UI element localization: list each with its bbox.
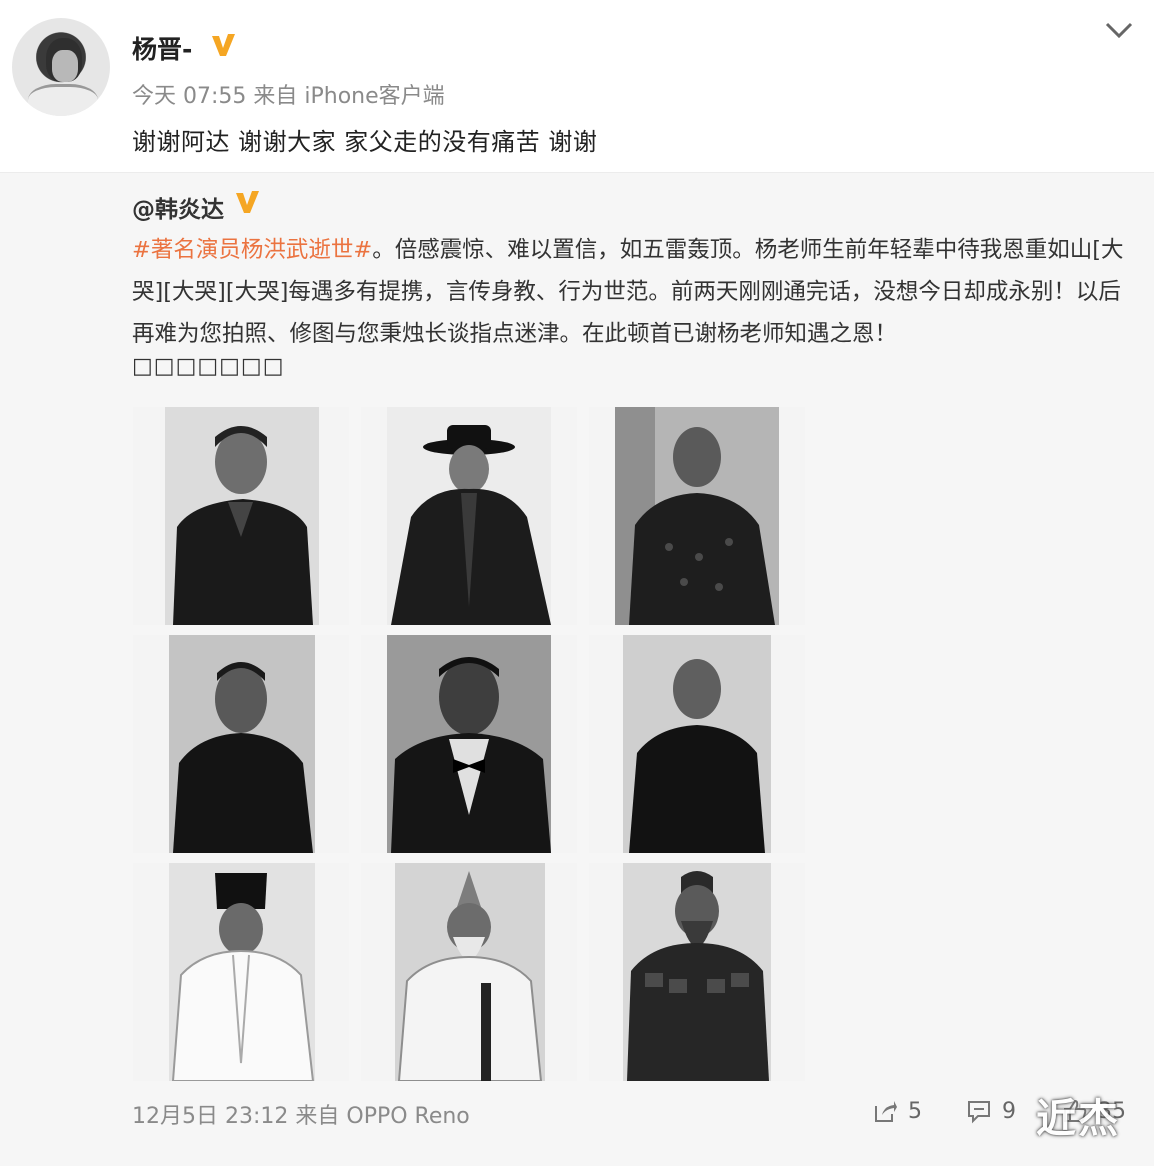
photo-thumbnail[interactable] [589, 407, 805, 625]
post-content: 谢谢阿达 谢谢大家 家父走的没有痛苦 谢谢 [132, 128, 598, 156]
repost-author[interactable]: @韩炎达 [132, 190, 224, 224]
portrait-image [387, 635, 551, 853]
portrait-image [615, 407, 779, 625]
photo-thumbnail[interactable] [361, 407, 577, 625]
chevron-down-icon[interactable] [1104, 20, 1134, 40]
hashtag-link[interactable]: #著名演员杨洪武逝世# [132, 237, 372, 263]
repost-text: #著名演员杨洪武逝世#。倍感震惊、难以置信，如五雷轰顶。杨老师生前年轻辈中待我恩… [132, 229, 1142, 355]
watermark: 近杰 [1036, 1096, 1120, 1142]
weibo-post: 杨晋- 今天 07:55 来自 iPhone客户端 谢谢阿达 谢谢大家 家父走的… [0, 0, 1154, 1166]
photo-thumbnail[interactable] [133, 863, 349, 1081]
share-count: 5 [908, 1098, 922, 1124]
author-avatar[interactable] [12, 18, 110, 116]
comment-count: 9 [1002, 1098, 1016, 1124]
share-icon [875, 1101, 897, 1122]
photo-thumbnail[interactable] [133, 407, 349, 625]
portrait-image [623, 863, 771, 1081]
verified-badge-icon [212, 34, 235, 56]
portrait-image [169, 863, 315, 1081]
photo-thumbnail[interactable] [361, 863, 577, 1081]
comment-icon [968, 1101, 990, 1124]
photo-thumbnail[interactable] [361, 635, 577, 853]
photo-thumbnail[interactable] [589, 635, 805, 853]
comment-button[interactable]: 9 [966, 1098, 1016, 1124]
portrait-image [165, 407, 319, 625]
verified-badge-icon [236, 191, 259, 213]
repost-meta: 12月5日 23:12 来自 OPPO Reno [132, 1104, 470, 1129]
portrait-image [169, 635, 315, 853]
portrait-image [623, 635, 771, 853]
share-button[interactable]: 5 [872, 1098, 922, 1124]
portrait-image [395, 863, 545, 1081]
photo-thumbnail[interactable] [589, 863, 805, 1081]
post-meta: 今天 07:55 来自 iPhone客户端 [132, 84, 445, 109]
portrait-image [387, 407, 551, 625]
garbled-text: □□□□□□□ [132, 354, 285, 379]
author-name[interactable]: 杨晋- [132, 30, 192, 66]
photo-thumbnail[interactable] [133, 635, 349, 853]
